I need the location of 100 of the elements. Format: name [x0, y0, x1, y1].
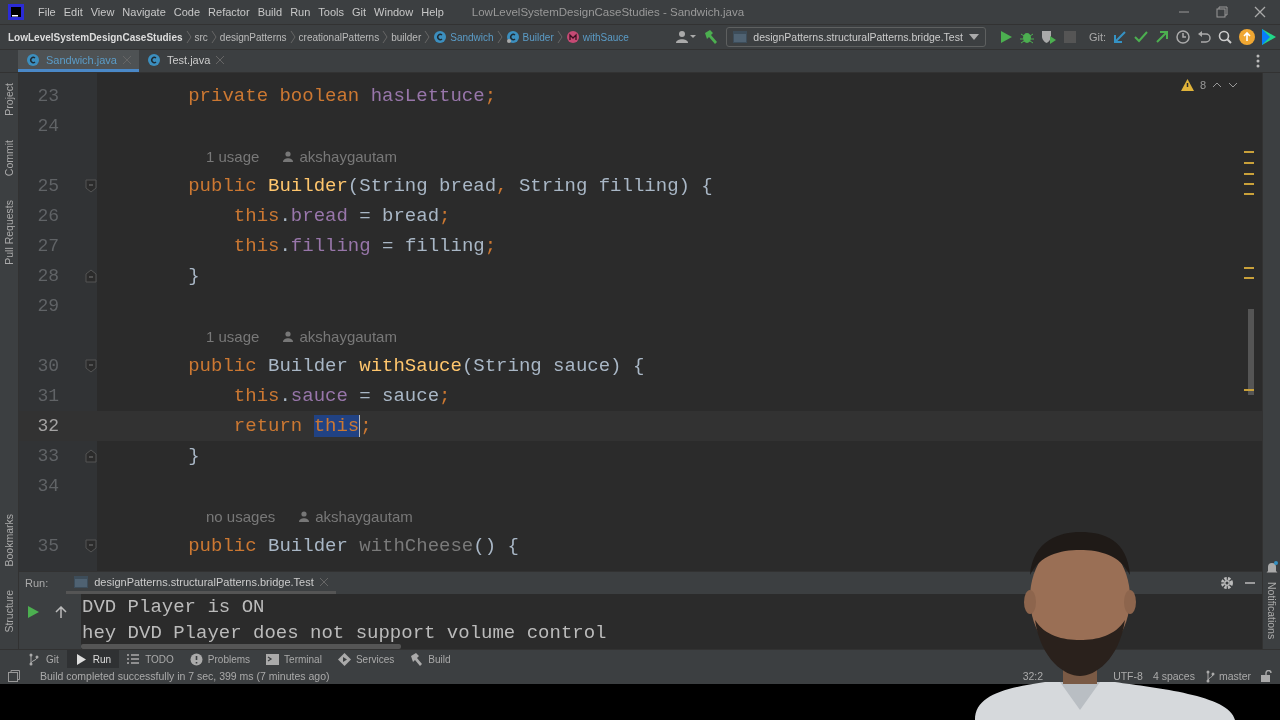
app-logo-icon[interactable] — [8, 4, 24, 20]
author-hint[interactable]: akshaygautam — [315, 507, 413, 525]
panel-toggle-icon[interactable] — [8, 670, 20, 682]
more-icon[interactable] — [1256, 54, 1260, 68]
arrow-up-icon[interactable] — [55, 606, 67, 618]
console-output-line: DVD Player is ON — [82, 595, 266, 620]
usage-hint[interactable]: 1 usage — [206, 147, 260, 165]
chevron-icon — [382, 30, 389, 44]
tool-window-button[interactable]: Notifications — [1265, 577, 1278, 643]
file-tab[interactable]: Sandwich.java — [18, 50, 139, 72]
usage-hint[interactable]: no usages — [206, 507, 276, 525]
tool-tab[interactable]: Problems — [181, 650, 259, 668]
tool-tab[interactable]: Terminal — [258, 650, 330, 668]
breadcrumb[interactable]: creationalPatterns — [298, 31, 380, 43]
user-icon[interactable] — [676, 30, 697, 44]
breadcrumb[interactable]: src — [194, 31, 208, 43]
update-arrow-icon[interactable] — [1113, 30, 1127, 44]
chevron-icon — [289, 30, 296, 44]
menu-item[interactable]: Help — [417, 4, 448, 20]
menu-item[interactable]: Refactor — [204, 4, 254, 20]
breadcrumb[interactable]: Sandwich — [433, 30, 494, 44]
line-number: 32 — [36, 416, 59, 436]
code-line: public Builder withCheese() { — [187, 535, 519, 557]
push-arrow-icon[interactable] — [1155, 30, 1169, 44]
run-configuration-dropdown[interactable]: designPatterns.structuralPatterns.bridge.Test — [726, 27, 986, 47]
tool-tab[interactable]: Git — [20, 650, 67, 668]
tool-tab[interactable]: Services — [329, 650, 403, 668]
fold-start-icon[interactable] — [85, 179, 97, 193]
run-icon — [74, 652, 88, 666]
menu-item[interactable]: Run — [286, 4, 315, 20]
chevron-down-icon[interactable] — [1228, 82, 1238, 88]
shield-run-icon[interactable] — [1040, 30, 1057, 44]
warning-icon[interactable] — [1180, 79, 1194, 91]
breadcrumb[interactable]: withSauce — [565, 30, 629, 44]
breadcrumb[interactable]: designPatterns — [219, 31, 287, 43]
code-line: this.filling = filling; — [232, 235, 497, 257]
menu-item[interactable]: File — [34, 4, 60, 20]
person-icon — [299, 510, 310, 522]
menu-item[interactable]: View — [86, 4, 119, 20]
tool-window-button[interactable]: Pull Requests — [3, 195, 15, 269]
menu-item[interactable]: Code — [169, 4, 205, 20]
menu-item[interactable]: Build — [253, 4, 287, 20]
method-icon — [565, 30, 580, 44]
scrollbar[interactable] — [81, 644, 401, 649]
run-icon[interactable] — [27, 606, 39, 618]
tool-tab[interactable]: TODO — [119, 650, 182, 668]
hammer-icon — [410, 652, 424, 666]
fold-start-icon[interactable] — [85, 359, 97, 373]
clock-icon[interactable] — [1176, 30, 1190, 44]
breadcrumb[interactable]: Builder — [505, 30, 554, 44]
breadcrumb[interactable]: builder — [391, 31, 422, 43]
check-icon[interactable] — [1134, 30, 1148, 44]
bell-icon[interactable] — [1265, 560, 1278, 574]
plugin-logo-icon[interactable] — [1262, 29, 1276, 45]
undo-icon[interactable] — [1197, 30, 1211, 44]
tool-tab[interactable]: Run — [66, 650, 120, 668]
bug-icon[interactable] — [1019, 30, 1034, 44]
run-icon[interactable] — [998, 30, 1013, 44]
menu-item[interactable]: Window — [370, 4, 418, 20]
author-hint[interactable]: akshaygautam — [299, 147, 397, 165]
branch-icon — [28, 652, 41, 666]
menu-item[interactable]: Edit — [59, 4, 87, 20]
code-line: private boolean hasLettuce; — [187, 85, 497, 107]
chevron-up-icon[interactable] — [1212, 82, 1222, 88]
lock-icon[interactable] — [1261, 670, 1272, 682]
chevron-icon — [556, 30, 563, 44]
hammer-icon[interactable] — [703, 29, 720, 45]
code-line: } — [187, 445, 200, 467]
chevron-icon — [496, 30, 503, 44]
code-line: this.sauce = sauce; — [232, 385, 451, 407]
warning-count[interactable]: 8 — [1199, 79, 1206, 91]
close-icon[interactable] — [1254, 6, 1266, 18]
file-encoding[interactable]: UTF-8 — [1113, 670, 1143, 682]
caret-icon — [968, 34, 979, 40]
person-icon — [283, 330, 294, 342]
window-icon — [74, 575, 89, 588]
restore-icon[interactable] — [1216, 6, 1228, 18]
tool-tab[interactable]: Build — [402, 650, 459, 668]
person-icon — [283, 150, 294, 162]
list-icon — [127, 652, 141, 666]
breadcrumb[interactable]: LowLevelSystemDesignCaseStudies — [8, 31, 183, 43]
search-icon[interactable] — [1218, 30, 1232, 44]
menu-item[interactable]: Git — [348, 4, 371, 20]
tool-window-button[interactable]: Structure — [3, 586, 15, 637]
fold-start-icon[interactable] — [85, 539, 97, 553]
console-output-line: hey DVD Player does not support volume control — [82, 621, 608, 646]
file-tab[interactable]: Test.java — [138, 50, 233, 72]
usage-hint[interactable]: 1 usage — [206, 327, 260, 345]
menu-item[interactable]: Navigate — [118, 4, 170, 20]
menu-item[interactable]: Tools — [314, 4, 348, 20]
indent-setting[interactable]: 4 spaces — [1152, 670, 1195, 682]
author-hint[interactable]: akshaygautam — [299, 327, 397, 345]
git-branch[interactable]: master — [1204, 669, 1251, 683]
tool-window-button[interactable]: Bookmarks — [3, 509, 15, 571]
tool-window-button[interactable]: Commit — [3, 135, 15, 180]
caret-position[interactable]: 32:2 — [1022, 670, 1044, 682]
code-line: return this; — [232, 415, 372, 437]
settings-icon[interactable] — [1220, 576, 1234, 590]
tool-window-button[interactable]: Project — [3, 79, 15, 120]
code-line: this.bread = bread; — [232, 205, 451, 227]
